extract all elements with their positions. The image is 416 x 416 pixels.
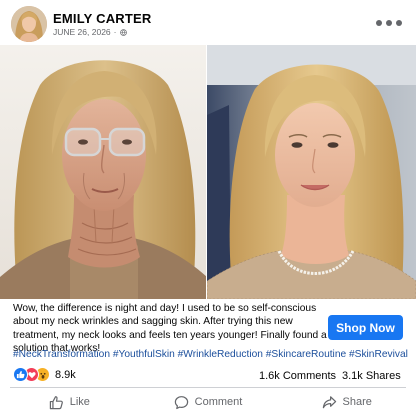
- post-header: EMILY CARTER JUNE 26, 2026 ·: [0, 0, 416, 46]
- comment-label: Comment: [194, 396, 243, 408]
- like-button[interactable]: Like: [0, 390, 139, 414]
- social-post: EMILY CARTER JUNE 26, 2026 · Wow, the di…: [0, 0, 416, 416]
- post-hashtags[interactable]: #NeckTransformation #YouthfulSkin #Wrink…: [13, 348, 413, 361]
- post-actions: Like Comment Share: [0, 390, 416, 414]
- like-icon: [13, 367, 28, 382]
- share-icon: [322, 395, 336, 408]
- reactions-summary[interactable]: 8.9k: [13, 367, 76, 382]
- post-date[interactable]: JUNE 26, 2026: [53, 27, 111, 37]
- share-button[interactable]: Share: [277, 390, 416, 414]
- comment-button[interactable]: Comment: [139, 390, 278, 414]
- more-dot-icon: [376, 20, 382, 26]
- comments-count[interactable]: 1.6k Comments: [259, 370, 336, 382]
- author-name[interactable]: EMILY CARTER: [53, 11, 151, 26]
- meta-separator: ·: [113, 27, 117, 37]
- more-options-button[interactable]: [376, 20, 402, 26]
- globe-icon: [119, 28, 127, 36]
- reaction-count: 8.9k: [55, 368, 76, 381]
- thumbs-up-icon: [49, 395, 63, 409]
- shares-count[interactable]: 3.1k Shares: [342, 370, 401, 382]
- actions-divider: [10, 387, 406, 388]
- post-meta: JUNE 26, 2026 ·: [53, 27, 127, 37]
- comment-icon: [174, 395, 188, 409]
- after-photo[interactable]: [207, 45, 416, 299]
- like-label: Like: [69, 396, 90, 408]
- post-stats: 8.9k 1.6k Comments 3.1k Shares: [0, 365, 416, 387]
- author-avatar[interactable]: [11, 6, 47, 42]
- share-label: Share: [342, 396, 372, 408]
- more-dot-icon: [386, 20, 392, 26]
- shop-now-button[interactable]: Shop Now: [328, 315, 403, 340]
- before-photo[interactable]: [0, 45, 207, 299]
- post-photos: [0, 45, 416, 299]
- more-dot-icon: [396, 20, 402, 26]
